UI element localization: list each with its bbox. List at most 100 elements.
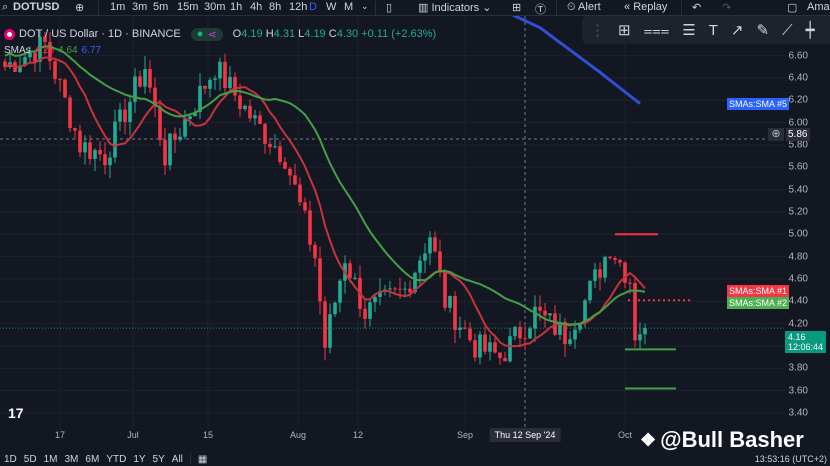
candle-body [208, 79, 212, 89]
price-tick: 5.60 [788, 161, 808, 173]
tradingview-logo: 17 [8, 405, 24, 421]
candle-type-icon[interactable]: ▯ [386, 1, 392, 14]
candle-body [448, 296, 452, 308]
timeframe-12h[interactable]: 12h [289, 1, 307, 13]
range-3M[interactable]: 3M [65, 454, 79, 465]
candle-body [98, 149, 102, 155]
candle-body [178, 136, 182, 140]
range-6M[interactable]: 6M [85, 454, 99, 465]
candle-body [83, 142, 87, 153]
candle-body [338, 280, 342, 303]
candle-body [113, 121, 117, 158]
layout-icon[interactable]: ▢ [787, 1, 797, 14]
add-symbol-icon[interactable]: ⊕ [75, 1, 84, 14]
price-tick: 3.80 [788, 362, 808, 374]
candle-body [483, 334, 487, 352]
replay-button[interactable]: « Replay [624, 1, 667, 13]
timeframe-1h[interactable]: 1h [230, 1, 242, 13]
calendar-icon[interactable]: ▦ [198, 454, 207, 465]
symbol-search[interactable]: DOTUSD [13, 1, 59, 13]
candle-body [203, 85, 207, 89]
timeframe-menu-icon[interactable]: ⌄ [361, 1, 369, 12]
timeframe-15m[interactable]: 15m [177, 1, 198, 13]
candle-body [573, 329, 577, 340]
candle-body [593, 269, 597, 281]
candle-body [183, 119, 187, 137]
range-5Y[interactable]: 5Y [153, 454, 165, 465]
candle-body [323, 301, 327, 348]
watermark: ❖ @Bull Basher [640, 427, 804, 452]
candle-body [253, 115, 257, 119]
templates-icon[interactable]: ⊞ [512, 1, 521, 14]
candle-body [318, 258, 322, 302]
timeframe-D[interactable]: D [309, 1, 317, 13]
fib-icon[interactable]: ⩶ [644, 22, 670, 39]
timeframe-30m[interactable]: 30m [204, 1, 225, 13]
candle-body [438, 251, 442, 273]
range-1Y[interactable]: 1Y [133, 454, 145, 465]
candle-body [548, 313, 552, 316]
candle-body [498, 352, 502, 359]
sma-legend[interactable]: SMAs 4.28 4.64 6.77 [4, 42, 436, 58]
candle-body [463, 327, 467, 329]
arrow-icon[interactable]: ↗ [731, 21, 744, 39]
pine-icon[interactable]: Ⓣ [535, 1, 546, 17]
long-position-icon[interactable]: ⊞ [618, 21, 631, 39]
account-name[interactable]: Ama [807, 1, 830, 13]
timeframe-1m[interactable]: 1m [110, 1, 125, 13]
candle-body [288, 168, 292, 176]
candle-body [308, 210, 312, 245]
candle-body [103, 154, 107, 166]
brush-icon[interactable]: ✎ [756, 21, 769, 39]
price-chart[interactable] [0, 16, 786, 430]
text-icon[interactable]: T [709, 22, 718, 39]
timeframe-8h[interactable]: 8h [269, 1, 281, 13]
candle-body [93, 149, 97, 159]
timeframe-5m[interactable]: 5m [153, 1, 168, 13]
indicators-icon: ▥ [418, 2, 429, 14]
add-alert-icon[interactable]: ⊕ [768, 128, 784, 141]
candle-body [528, 328, 532, 339]
price-tick: 3.40 [788, 407, 808, 419]
indicators-button[interactable]: ▥ Indicators ⌄ [418, 1, 491, 14]
candle-body [393, 288, 397, 290]
parallel-channel-icon[interactable]: ☰ [682, 21, 695, 39]
candle-body [493, 342, 497, 353]
candle-body [78, 130, 82, 153]
price-tick: 4.20 [788, 318, 808, 330]
rewind-icon: « [624, 1, 631, 13]
candle-body [518, 326, 522, 339]
range-5D[interactable]: 5D [24, 454, 37, 465]
share-icon: ⋖ [207, 28, 217, 41]
timeframe-3m[interactable]: 3m [132, 1, 147, 13]
range-All[interactable]: All [172, 454, 183, 465]
last-price: 4.16 [788, 332, 806, 342]
timeframe-4h[interactable]: 4h [250, 1, 262, 13]
search-icon[interactable]: ⌕ [2, 1, 8, 14]
candle-body [88, 142, 92, 159]
range-1M[interactable]: 1M [44, 454, 58, 465]
candle-body [473, 340, 477, 358]
candle-body [488, 342, 492, 352]
alert-button[interactable]: ⏲ Alert [567, 1, 601, 14]
candle-body [628, 282, 632, 284]
range-YTD[interactable]: YTD [106, 454, 126, 465]
timeframe-W[interactable]: W [326, 1, 336, 13]
time-tick: Sep [456, 430, 474, 440]
redo-icon[interactable]: ↷ [722, 1, 731, 14]
timeframe-M[interactable]: M [344, 1, 353, 13]
candle-body [523, 338, 527, 340]
sma2-tag: SMAs:SMA #2 [727, 297, 790, 309]
range-1D[interactable]: 1D [4, 454, 17, 465]
time-tick: 17 [54, 430, 66, 440]
candle-body [248, 105, 252, 119]
candle-body [283, 161, 287, 169]
candle-body [388, 288, 392, 290]
status-pill[interactable]: ● ⋖ [190, 27, 223, 41]
candle-body [108, 157, 112, 166]
price-axis[interactable]: 6.60 6.40 6.20 6.00 5.80 5.60 5.40 5.20 5.00 4.80… [786, 16, 830, 430]
undo-icon[interactable]: ↶ [692, 1, 701, 14]
candle-body [613, 257, 617, 261]
candle-body [298, 184, 302, 203]
top-toolbar: ⌕ DOTUSD ⊕ 1m 3m 5m 15m 30m 1h 4h 8h 12h D W M ⌄ ▯ … [0, 0, 830, 16]
